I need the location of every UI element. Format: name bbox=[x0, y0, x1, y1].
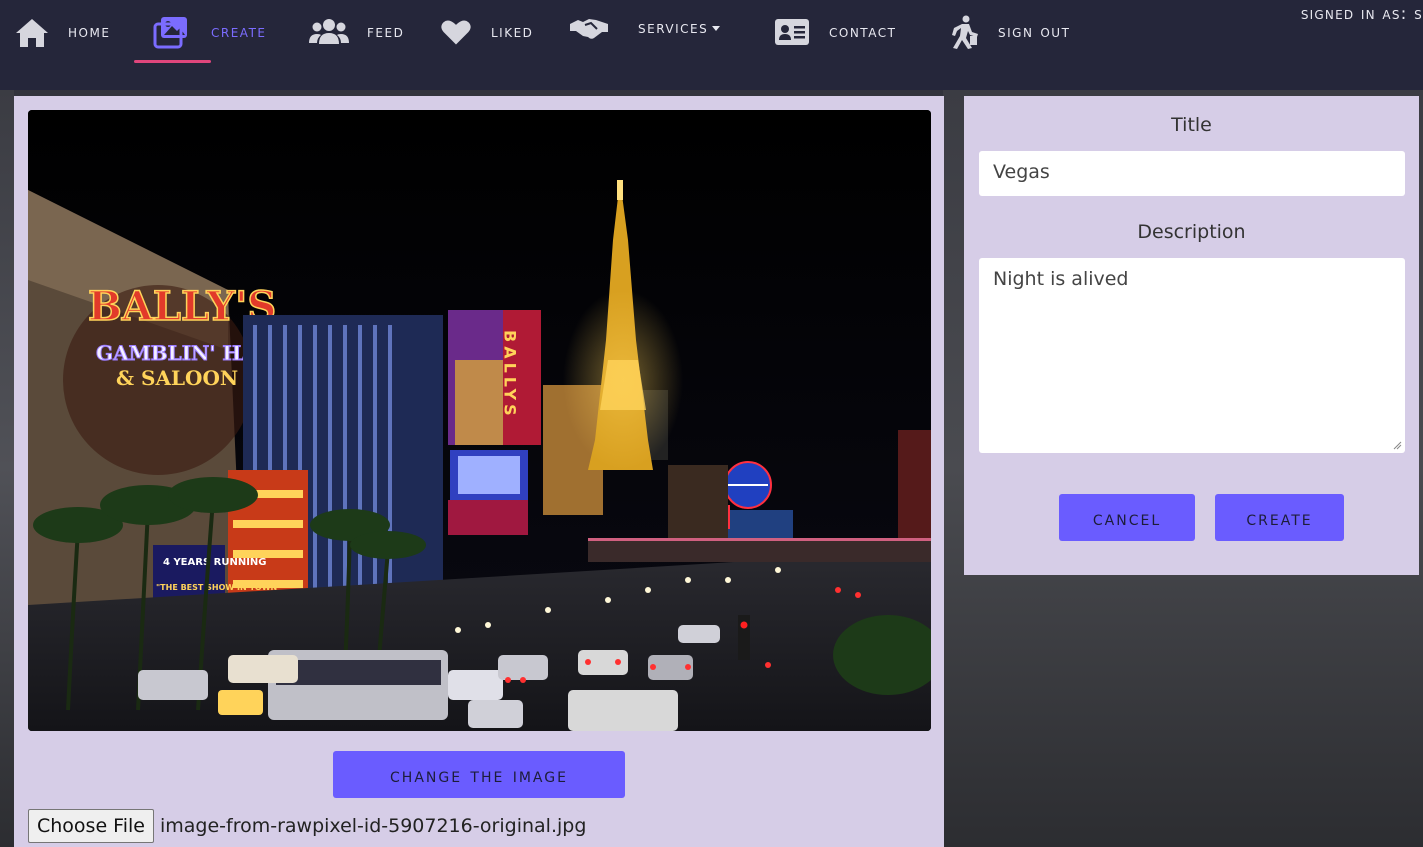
heart-icon bbox=[441, 20, 471, 45]
nav-contact-label: Contact bbox=[829, 22, 897, 42]
chevron-down-icon bbox=[712, 25, 721, 31]
address-card-icon bbox=[775, 19, 809, 45]
description-label: Description bbox=[1137, 221, 1246, 243]
users-icon bbox=[309, 19, 349, 44]
signed-in-status: Signed in as: s bbox=[1300, 4, 1423, 24]
nav-sign-out-label: Sign out bbox=[998, 22, 1071, 42]
nav-services-text: services bbox=[638, 18, 709, 38]
nav-feed[interactable]: Feed bbox=[309, 0, 404, 64]
sign-years-running: 4 YEARS RUNNING bbox=[163, 557, 267, 568]
nav-home-label: Home bbox=[68, 22, 111, 42]
handshake-icon bbox=[570, 19, 608, 39]
sign-saloon: & SALOON bbox=[116, 366, 238, 390]
images-icon bbox=[153, 17, 187, 49]
change-image-button[interactable]: Change the image bbox=[333, 751, 625, 798]
vegas-night-photo: BALLY'S GAMBLIN' HALL & SALOON BALLYS 4 … bbox=[28, 110, 931, 731]
title-label: Title bbox=[1171, 114, 1212, 136]
nav-create[interactable]: Create bbox=[153, 0, 267, 64]
create-button[interactable]: Create bbox=[1215, 494, 1344, 541]
file-input-row: Choose File image-from-rawpixel-id-59072… bbox=[28, 809, 586, 843]
nav-contact[interactable]: Contact bbox=[774, 0, 896, 64]
description-text: Night is alived bbox=[993, 268, 1129, 290]
nav-home[interactable]: Home bbox=[14, 0, 110, 64]
nav-sign-out[interactable]: Sign out bbox=[945, 0, 1070, 64]
cancel-button[interactable]: Cancel bbox=[1059, 494, 1195, 541]
walking-icon bbox=[952, 15, 978, 49]
sign-best-show: "THE BEST SHOW IN TOWN" bbox=[156, 583, 281, 592]
title-input[interactable]: Vegas bbox=[979, 151, 1405, 196]
description-textarea[interactable]: Night is alived bbox=[979, 258, 1405, 453]
image-panel: BALLY'S GAMBLIN' HALL & SALOON BALLYS 4 … bbox=[14, 96, 944, 847]
sign-ballys-vertical: BALLYS bbox=[501, 330, 520, 420]
choose-file-button[interactable]: Choose File bbox=[28, 809, 154, 843]
top-navbar: Home Create Feed Liked ser bbox=[0, 0, 1423, 90]
page-backdrop-left bbox=[0, 90, 14, 847]
nav-services-label: services bbox=[638, 18, 721, 38]
nav-liked-label: Liked bbox=[491, 22, 534, 42]
post-form: Title Vegas Description Night is alived … bbox=[964, 96, 1419, 575]
nav-feed-label: Feed bbox=[367, 22, 405, 42]
resize-handle-icon[interactable] bbox=[1392, 440, 1402, 450]
active-nav-underline bbox=[134, 60, 211, 63]
preview-image: BALLY'S GAMBLIN' HALL & SALOON BALLYS 4 … bbox=[28, 110, 931, 731]
selected-file-name: image-from-rawpixel-id-5907216-original.… bbox=[159, 815, 587, 837]
nav-services[interactable]: services bbox=[569, 0, 721, 60]
home-icon bbox=[16, 19, 48, 47]
nav-create-label: Create bbox=[211, 22, 267, 42]
nav-liked[interactable]: Liked bbox=[440, 0, 533, 64]
